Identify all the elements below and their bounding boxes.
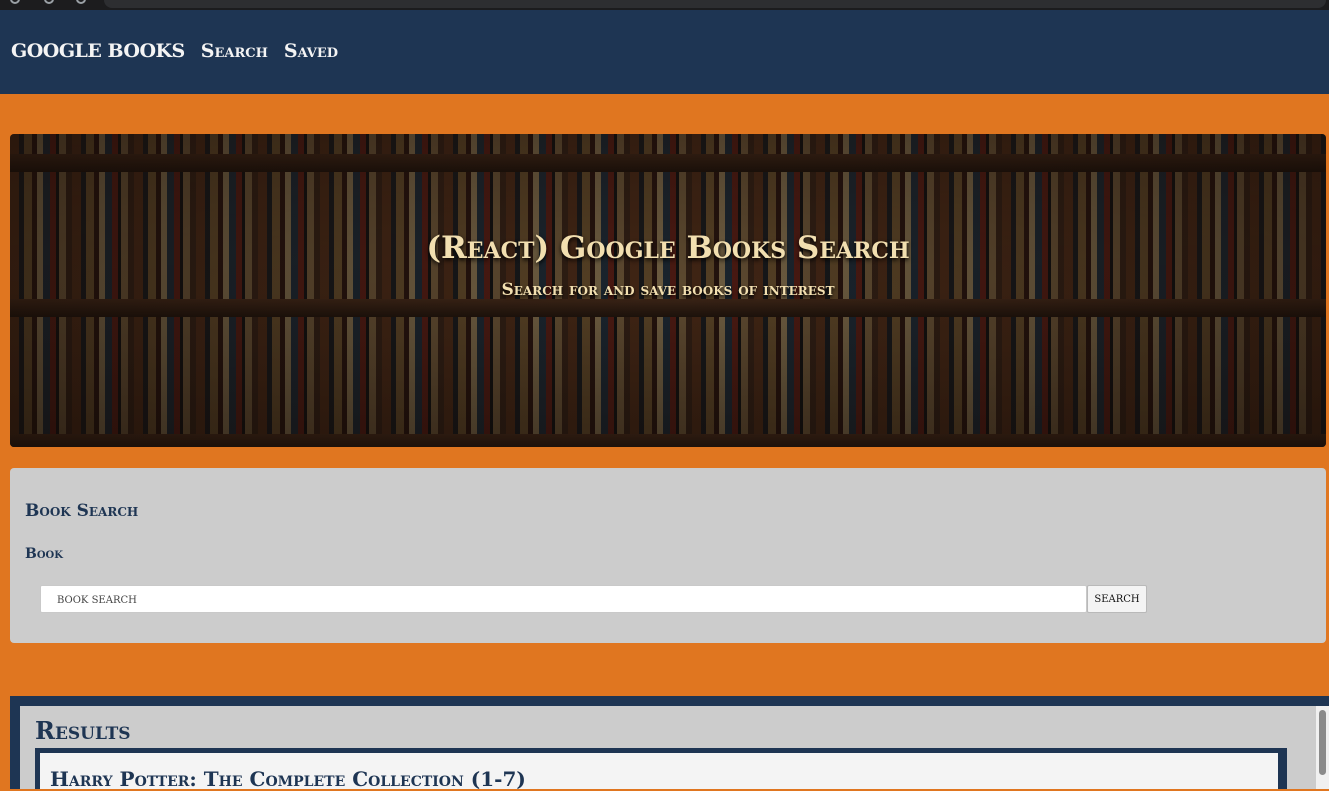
- hero-banner: (React) Google Books Search Search for a…: [10, 134, 1326, 447]
- back-icon[interactable]: [10, 0, 20, 4]
- book-title[interactable]: Harry Potter: The Complete Collection (1…: [50, 767, 526, 791]
- navbar: GOOGLE BOOKS Search Saved: [0, 10, 1329, 94]
- brand-link[interactable]: GOOGLE BOOKS: [11, 40, 185, 62]
- book-search-card: Book Search Book search: [10, 468, 1326, 643]
- hero-title: (React) Google Books Search: [426, 230, 910, 266]
- search-button[interactable]: search: [1087, 585, 1147, 613]
- results-title: Results: [35, 716, 131, 745]
- results-scrollbar[interactable]: [1316, 706, 1329, 789]
- book-field-label: Book: [25, 546, 63, 562]
- nav-link-saved[interactable]: Saved: [284, 40, 338, 62]
- scrollbar-thumb[interactable]: [1319, 710, 1326, 775]
- results-panel: Results Harry Potter: The Complete Colle…: [10, 696, 1329, 791]
- book-search-input[interactable]: [40, 585, 1087, 613]
- book-search-title: Book Search: [25, 501, 139, 521]
- browser-chrome: [0, 0, 1329, 10]
- book-card: Harry Potter: The Complete Collection (1…: [35, 748, 1287, 791]
- nav-link-search[interactable]: Search: [201, 40, 268, 62]
- book-card-body: Harry Potter: The Complete Collection (1…: [40, 753, 1278, 791]
- hero-subtitle: Search for and save books of interest: [501, 280, 835, 300]
- address-bar[interactable]: [104, 0, 1326, 8]
- reload-icon[interactable]: [76, 0, 86, 4]
- results-container: Results Harry Potter: The Complete Colle…: [20, 706, 1316, 791]
- forward-icon[interactable]: [44, 0, 54, 4]
